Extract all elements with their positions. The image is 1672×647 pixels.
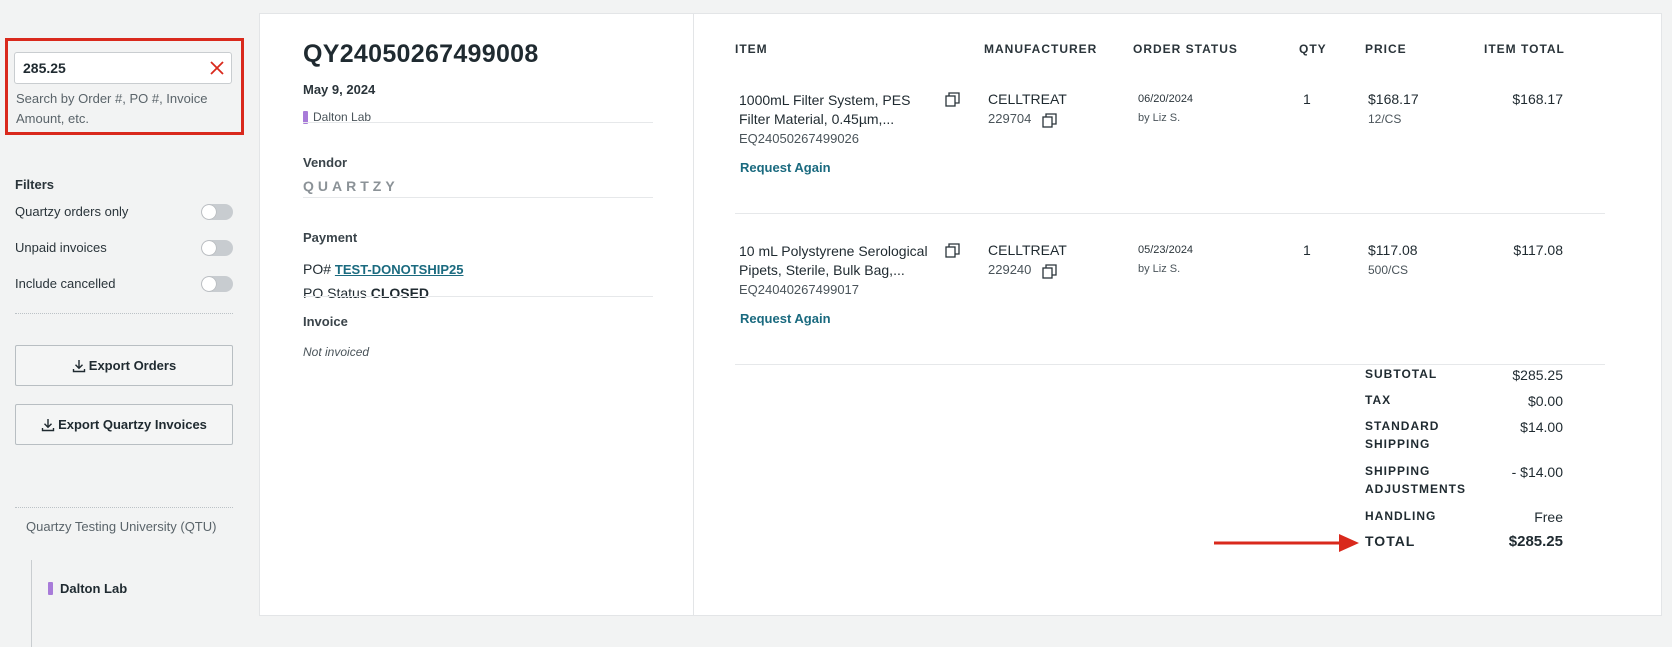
tree-line xyxy=(31,560,32,647)
annotation-arrow-icon xyxy=(1214,534,1359,552)
export-invoices-label: Export Quartzy Invoices xyxy=(58,417,207,432)
request-again-link[interactable]: Request Again xyxy=(740,311,831,326)
export-quartzy-invoices-button[interactable]: Export Quartzy Invoices xyxy=(15,404,233,445)
divider xyxy=(15,507,233,508)
subtotal-label: SUBTOTAL xyxy=(1365,367,1438,381)
item-total: $117.08 xyxy=(1513,242,1563,258)
export-orders-button[interactable]: Export Orders xyxy=(15,345,233,386)
item-name[interactable]: 10 mL Polystyrene Serological Pipets, St… xyxy=(739,242,939,280)
divider xyxy=(15,313,233,314)
filter-include-cancelled: Include cancelled xyxy=(15,274,233,294)
order-status-by: by Liz S. xyxy=(1138,112,1181,124)
tree-item-dalton-lab[interactable]: Dalton Lab xyxy=(48,581,127,596)
table-row: 1000mL Filter System, PES Filter Materia… xyxy=(695,91,1661,243)
item-qty: 1 xyxy=(1303,91,1311,107)
vendor-logo: QUARTZY xyxy=(303,178,399,194)
po-prefix: PO# xyxy=(303,261,332,277)
filters-title: Filters xyxy=(15,177,55,192)
total-label: TOTAL xyxy=(1365,533,1416,549)
item-unit: 12/CS xyxy=(1368,112,1402,126)
total-value: $285.25 xyxy=(1508,533,1563,550)
divider xyxy=(303,122,653,123)
download-icon xyxy=(72,359,85,372)
order-number: QY24050267499008 xyxy=(303,40,539,68)
toggle-switch[interactable] xyxy=(201,204,233,220)
divider xyxy=(303,296,653,297)
export-orders-label: Export Orders xyxy=(88,358,177,373)
shipping-label: STANDARD SHIPPING xyxy=(1365,419,1440,451)
filter-quartzy-orders-only: Quartzy orders only xyxy=(15,202,233,222)
po-line: PO# TEST-DONOTSHIP25 xyxy=(303,261,463,277)
close-icon[interactable] xyxy=(208,59,226,77)
sidebar: Search by Order #, PO #, Invoice Amount,… xyxy=(0,0,245,647)
manufacturer-name: CELLTREAT xyxy=(988,242,1067,258)
item-unit: 500/CS xyxy=(1368,263,1409,277)
tax-value: $0.00 xyxy=(1527,393,1563,409)
copy-icon[interactable] xyxy=(945,92,960,107)
order-summary-panel: QY24050267499008 May 9, 2024 Dalton Lab … xyxy=(260,14,694,615)
org-name[interactable]: Quartzy Testing University (QTU) xyxy=(26,517,226,537)
search-input[interactable] xyxy=(15,53,205,83)
order-items-panel: ITEM MANUFACTURER ORDER STATUS QTY PRICE… xyxy=(695,14,1661,615)
column-header-item: ITEM xyxy=(735,42,768,56)
item-name[interactable]: 1000mL Filter System, PES Filter Materia… xyxy=(739,91,939,129)
item-eq-number: EQ24050267499026 xyxy=(739,131,860,146)
shipping-adjustments-value: - $14.00 xyxy=(1511,464,1563,480)
tree-item-label: Dalton Lab xyxy=(60,581,128,596)
search-highlight-box: Search by Order #, PO #, Invoice Amount,… xyxy=(5,38,244,135)
manufacturer-name: CELLTREAT xyxy=(988,91,1067,107)
po-number-link[interactable]: TEST-DONOTSHIP25 xyxy=(335,262,464,277)
manufacturer-number: 229240 xyxy=(988,262,1032,277)
order-status-date: 05/23/2024 xyxy=(1138,244,1194,256)
divider xyxy=(303,197,653,198)
lab-color-marker xyxy=(48,582,53,595)
request-again-link[interactable]: Request Again xyxy=(740,160,831,175)
copy-icon[interactable] xyxy=(1042,113,1057,128)
shipping-adjustments-label: SHIPPING ADJUSTMENTS xyxy=(1365,464,1467,496)
toggle-switch[interactable] xyxy=(201,276,233,292)
copy-icon[interactable] xyxy=(1042,264,1057,279)
po-status-line: PO Status CLOSED xyxy=(303,285,429,301)
order-date: May 9, 2024 xyxy=(303,82,376,97)
column-header-item-total: ITEM TOTAL xyxy=(1484,42,1565,56)
filter-unpaid-invoices: Unpaid invoices xyxy=(15,238,233,258)
po-status-value: CLOSED xyxy=(370,285,430,301)
item-price: $168.17 xyxy=(1368,91,1419,107)
download-icon xyxy=(41,418,55,431)
tax-label: TAX xyxy=(1365,393,1392,407)
handling-value: Free xyxy=(1534,509,1563,525)
column-header-order-status: ORDER STATUS xyxy=(1133,42,1238,56)
item-total: $168.17 xyxy=(1512,91,1563,107)
order-status-by: by Liz S. xyxy=(1138,263,1181,275)
vendor-label: Vendor xyxy=(303,155,348,170)
filter-label: Unpaid invoices xyxy=(15,240,107,255)
subtotal-value: $285.25 xyxy=(1512,367,1563,383)
po-status-prefix: PO Status xyxy=(303,285,367,301)
payment-label: Payment xyxy=(303,230,358,245)
column-header-manufacturer: MANUFACTURER xyxy=(984,42,1098,56)
filter-label: Include cancelled xyxy=(15,276,116,291)
shipping-value: $14.00 xyxy=(1520,419,1563,435)
item-qty: 1 xyxy=(1303,242,1311,258)
handling-label: HANDLING xyxy=(1365,509,1437,523)
invoice-status: Not invoiced xyxy=(303,345,370,359)
toggle-switch[interactable] xyxy=(201,240,233,256)
invoice-label: Invoice xyxy=(303,314,348,329)
search-hint: Search by Order #, PO #, Invoice Amount,… xyxy=(16,91,208,126)
filter-label: Quartzy orders only xyxy=(15,204,129,219)
copy-icon[interactable] xyxy=(945,243,960,258)
column-header-price: PRICE xyxy=(1365,42,1407,56)
search-field[interactable] xyxy=(14,52,232,84)
item-price: $117.08 xyxy=(1368,242,1418,258)
order-status-date: 06/20/2024 xyxy=(1138,93,1194,105)
order-detail-card: QY24050267499008 May 9, 2024 Dalton Lab … xyxy=(259,13,1662,616)
manufacturer-number: 229704 xyxy=(988,111,1032,126)
column-header-qty: QTY xyxy=(1299,42,1327,56)
divider xyxy=(735,213,1605,214)
item-eq-number: EQ24040267499017 xyxy=(739,282,860,297)
